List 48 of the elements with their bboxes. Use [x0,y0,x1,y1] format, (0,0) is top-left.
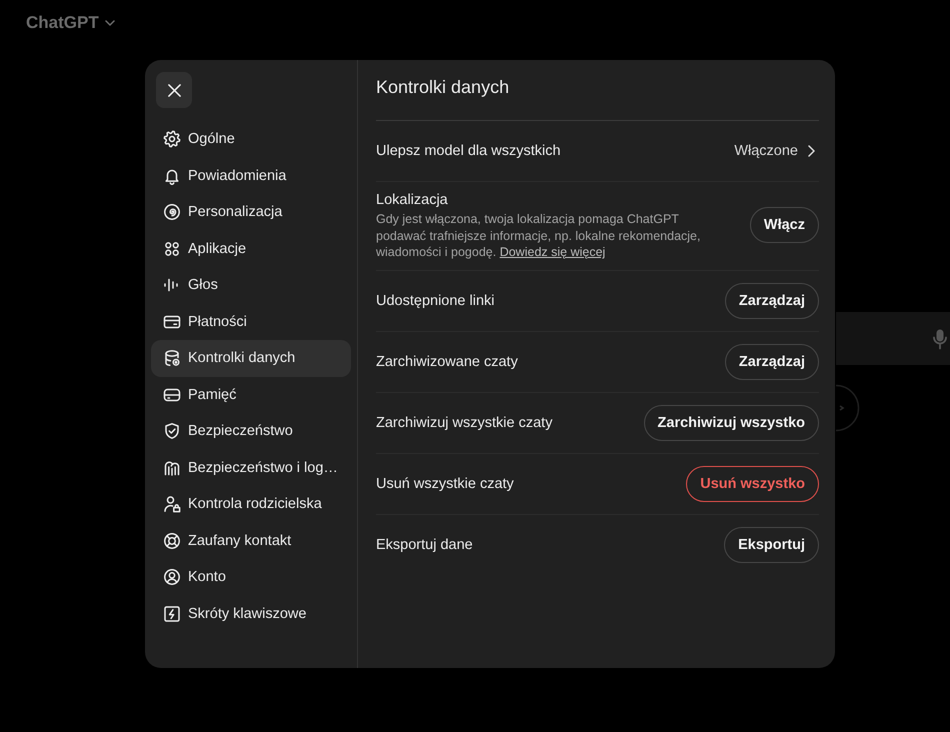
bolt-icon [163,604,181,623]
user-circle-icon [163,568,181,586]
caret-icon [104,20,115,26]
lifebuoy-icon [163,532,181,550]
sidebar-item[interactable]: Kontrolki danych [151,340,351,376]
setting-label: Zarchiwizuj wszystkie czaty [376,414,552,432]
sidebar-item[interactable]: Bezpieczeństwo [151,413,351,450]
shield-check-icon [163,422,181,440]
spiral-icon [163,203,181,222]
input-field[interactable] [836,312,950,365]
setting-label: Udostępnione linki [376,292,494,310]
action-button[interactable]: Eksportuj [724,526,819,562]
setting-label: Eksportuj dane [376,536,473,554]
sidebar-item[interactable]: Zaufany kontakt [151,522,351,559]
sidebar-item[interactable]: Powiadomienia [151,158,351,194]
model-selector[interactable]: ChatGPT [26,12,115,34]
dots-grid-icon [163,240,181,258]
dialog-title: Kontrolki danych [376,76,510,98]
close-button[interactable] [156,72,192,108]
delete-button[interactable]: Usuń wszystko [686,466,819,502]
chevron-right-icon [808,145,815,157]
close-icon [168,84,180,96]
sidebar-item[interactable]: Bezpieczeństwo i log… [151,450,351,486]
sidebar-item[interactable]: Personalizacja [151,194,351,230]
setting-label: Usuń wszystkie czaty [376,474,514,494]
arches-icon [163,458,181,477]
action-button[interactable]: Zarządzaj [724,282,819,318]
sidebar-item[interactable]: Konto [151,559,351,596]
setting-label: Ulepsz model dla wszystkich [376,142,561,161]
setting-label: Lokalizacja [376,191,448,210]
sidebar-item[interactable]: Aplikacje [151,230,351,267]
sidebar-item[interactable]: Kontrola rodzicielska [151,486,351,522]
sidebar-item[interactable]: Głos [151,267,351,304]
action-button[interactable]: Zarządzaj [724,344,819,380]
sidebar-item[interactable]: Skróty klawiszowe [151,596,351,632]
sidebar-item[interactable]: Pamięć [151,376,351,413]
action-button[interactable]: Włącz [750,207,819,244]
database-gear-icon [163,349,181,368]
sidebar-item[interactable]: Ogólne [151,121,351,158]
value-selector[interactable]: Włączone [734,143,819,159]
settings-icon [163,130,181,148]
setting-label: Zarchiwizowane czaty [376,352,518,372]
person-lock-icon [163,495,181,514]
action-button[interactable]: Zarchiwizuj wszystko [644,404,819,440]
setting-description: Gdy jest włączona, twoja lokalizacja pomaga ChatGPT podawać trafniejsze informacje, np. lokalne rekomendacje, wiadomości i pogodę. Dowiedz się więcej [376,211,702,260]
sidebar-item[interactable]: Płatności [151,304,351,340]
learn-more-link[interactable]: Dowiedz się więcej [500,245,606,259]
microphone-icon [932,328,948,350]
